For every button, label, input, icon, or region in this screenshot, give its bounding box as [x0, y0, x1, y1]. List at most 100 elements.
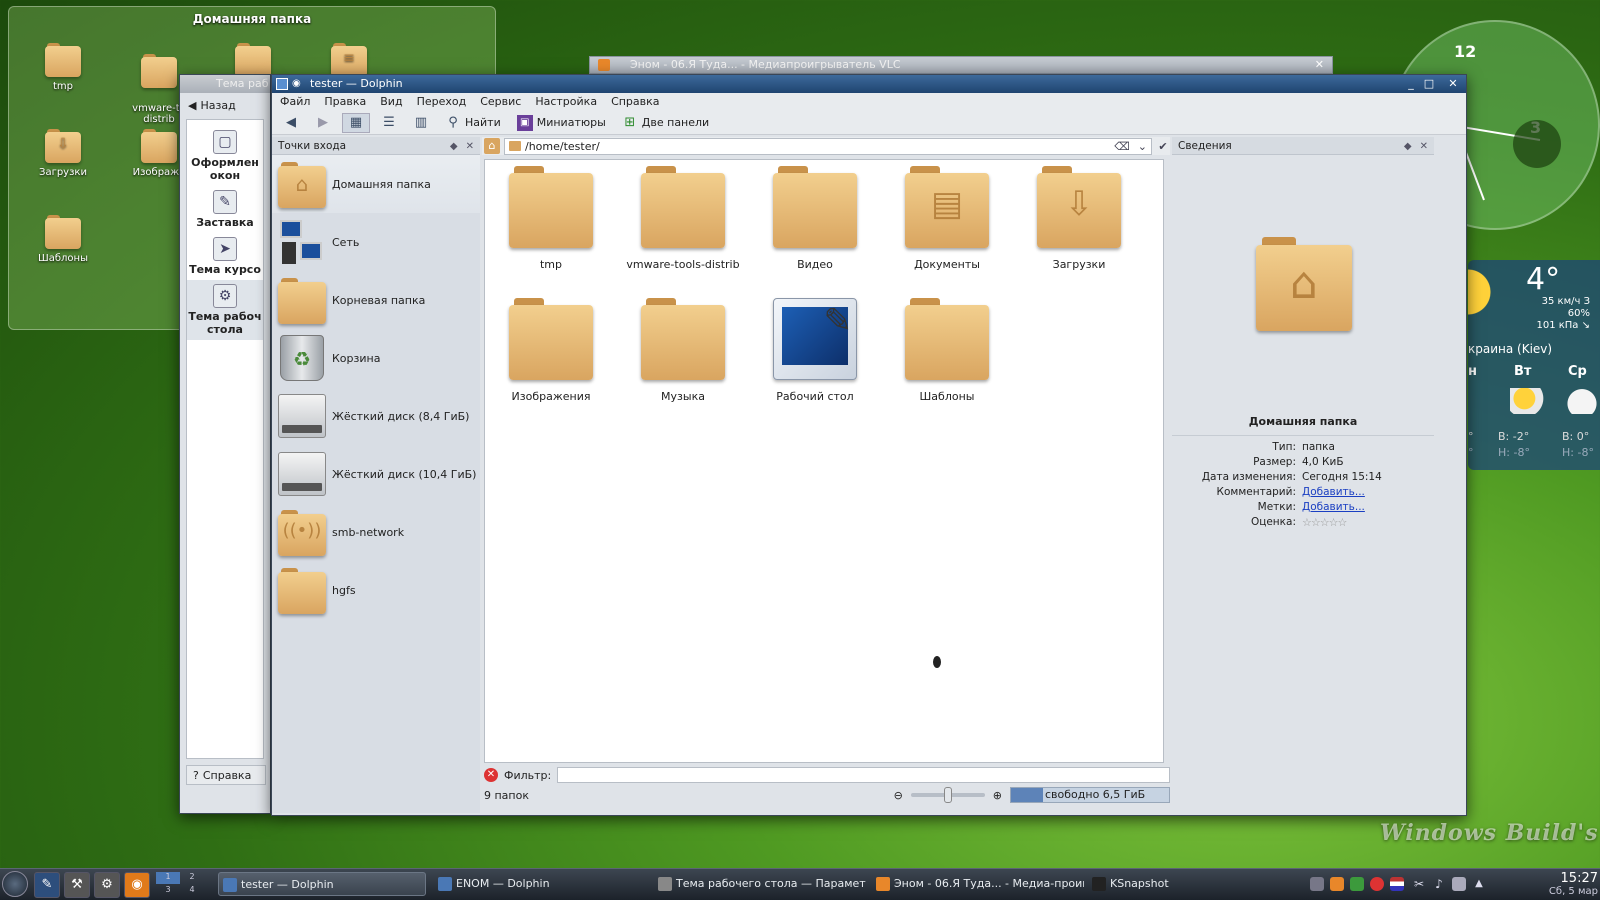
settings-back-button[interactable]: ◀ Назад [180, 93, 270, 117]
place-trash[interactable]: ♻ Корзина [272, 329, 480, 387]
tray-updates-icon[interactable] [1350, 877, 1364, 891]
task-vlc[interactable]: Эном - 06.Я Туда... - Медиа-проиг [872, 872, 1084, 896]
close-panel-icon[interactable]: ✕ [466, 141, 474, 152]
file-item-videos[interactable]: Видео [749, 166, 881, 271]
desktop-item-tmp[interactable]: tmp [23, 43, 103, 92]
dolphin-window[interactable]: ◉ tester — Dolphin _ □ ✕ Файл Правка Вид… [271, 74, 1467, 816]
maximize-icon[interactable]: □ [1422, 77, 1436, 91]
split-view-button[interactable]: ⊞ Две панели [617, 113, 714, 133]
forward-button[interactable]: ▶ [310, 113, 336, 133]
browser-launcher-icon[interactable]: ◉ [124, 872, 150, 898]
file-item-pictures[interactable]: Изображения [485, 298, 617, 403]
icons-view-button[interactable]: ▦ [342, 112, 370, 133]
network-manager-icon[interactable] [1452, 877, 1466, 891]
desktop-pager[interactable]: 1 2 3 4 [156, 872, 208, 898]
path-history-chevron-down-icon[interactable]: ⌄ [1138, 140, 1151, 153]
dolphin-titlebar[interactable]: ◉ tester — Dolphin _ □ ✕ [272, 75, 1466, 93]
zoom-slider[interactable] [910, 787, 985, 803]
information-panel: Сведения ◆ ✕ ⌂ Домашняя папка Тип: папка Р… [1172, 137, 1434, 813]
float-panel-icon[interactable]: ◆ [1404, 141, 1412, 152]
settings-window[interactable]: Тема раб ◀ Назад ▢ Оформлен окон ✎ Заставк… [179, 74, 271, 814]
tray-alert-icon[interactable] [1370, 877, 1384, 891]
file-item-documents[interactable]: ▤ Документы [881, 166, 1013, 271]
zoom-out-icon[interactable]: ⊖ [894, 789, 903, 802]
keyboard-layout-flag-icon[interactable] [1390, 877, 1404, 891]
place-hdd-1[interactable]: Жёсткий диск (8,4 ГиБ) [272, 387, 480, 445]
pager-desktop-4[interactable]: 4 [180, 885, 204, 897]
volume-icon[interactable]: ♪ [1432, 877, 1446, 891]
file-item-desktop[interactable]: Рабочий стол [749, 298, 881, 403]
settings-help-button[interactable]: ? Справка [186, 765, 266, 785]
place-home[interactable]: ⌂ Домашняя папка [272, 155, 480, 213]
desktop-item-downloads[interactable]: ⇩ Загрузки [23, 129, 103, 178]
close-icon[interactable]: ✕ [1446, 77, 1460, 91]
zoom-slider-handle[interactable] [944, 787, 953, 803]
task-ksnapshot[interactable]: KSnapshot [1088, 872, 1208, 896]
task-system-settings[interactable]: Тема рабочего стола — Параметр [654, 872, 866, 896]
vlc-close-icon[interactable]: ✕ [1315, 57, 1324, 73]
add-comment-link[interactable]: Добавить... [1302, 485, 1365, 500]
filter-input[interactable] [557, 767, 1170, 783]
settings-item-desktop-theme[interactable]: ⚙ Тема рабоч стола [187, 280, 263, 340]
back-button[interactable]: ◀ [278, 113, 304, 133]
menu-settings[interactable]: Настройка [535, 93, 597, 111]
close-panel-icon[interactable]: ✕ [1420, 141, 1428, 152]
menu-view[interactable]: Вид [380, 93, 402, 111]
desktop-item-templates[interactable]: Шаблоны [23, 215, 103, 264]
minimize-icon[interactable]: _ [1404, 77, 1418, 91]
file-item-music[interactable]: Музыка [617, 298, 749, 403]
place-network[interactable]: Сеть [272, 213, 480, 271]
vlc-window-titlebar[interactable]: Эном - 06.Я Туда... - Медиапроигрыватель… [589, 56, 1333, 74]
file-item-tmp[interactable]: tmp [485, 166, 617, 271]
menu-go[interactable]: Переход [417, 93, 467, 111]
columns-view-button[interactable]: ▥ [408, 113, 434, 133]
menu-file[interactable]: Файл [280, 93, 310, 111]
file-item-vmware-tools-distrib[interactable]: vmware-tools-distrib [617, 166, 749, 271]
folder-icon [141, 54, 177, 88]
task-dolphin-tester[interactable]: tester — Dolphin [218, 872, 426, 896]
pager-desktop-1[interactable]: 1 [156, 872, 180, 884]
file-item-templates[interactable]: Шаблоны [881, 298, 1013, 403]
menu-help[interactable]: Справка [611, 93, 659, 111]
close-filter-icon[interactable]: ✕ [484, 768, 498, 782]
tools-launcher-icon[interactable]: ⚒ [64, 872, 90, 898]
start-menu-icon[interactable] [2, 871, 28, 897]
confirm-path-icon[interactable]: ✔ [1156, 140, 1170, 153]
menu-edit[interactable]: Правка [324, 93, 366, 111]
rating-stars-icon[interactable]: ☆☆☆☆☆ [1302, 515, 1347, 530]
menu-tools[interactable]: Сервис [480, 93, 521, 111]
tray-expand-icon[interactable]: ▲ [1472, 877, 1486, 891]
details-view-button[interactable]: ☰ [376, 113, 402, 133]
task-dolphin-enom[interactable]: ENOM — Dolphin [434, 872, 646, 896]
home-button-icon[interactable]: ⌂ [484, 138, 500, 154]
pager-desktop-2[interactable]: 2 [180, 872, 204, 884]
pager-desktop-3[interactable]: 3 [156, 885, 180, 897]
scissors-icon[interactable]: ✂ [1412, 877, 1426, 891]
folder-icon [235, 43, 271, 77]
find-button[interactable]: ⚲ Найти [440, 113, 506, 133]
place-root[interactable]: Корневая папка [272, 271, 480, 329]
file-view[interactable]: tmp vmware-tools-distrib Видео ▤ Докумен… [484, 159, 1164, 763]
float-panel-icon[interactable]: ◆ [450, 141, 458, 152]
tray-vlc-icon[interactable] [1330, 877, 1344, 891]
place-hgfs[interactable]: hgfs [272, 561, 480, 619]
path-input[interactable]: /home/tester/ ⌫ ⌄ [504, 137, 1152, 155]
settings-item-decorations[interactable]: ▢ Оформлен окон [187, 126, 263, 186]
place-hdd-2[interactable]: Жёсткий диск (10,4 ГиБ) [272, 445, 480, 503]
pin-icon[interactable]: ◉ [292, 75, 301, 93]
settings-titlebar[interactable]: Тема раб [180, 75, 270, 93]
clear-path-icon[interactable]: ⌫ [1114, 140, 1134, 153]
clock-area[interactable]: 15:27 Сб, 5 мар [1508, 871, 1598, 897]
desktop-launcher-icon[interactable]: ✎ [34, 872, 60, 898]
zoom-in-icon[interactable]: ⊕ [993, 789, 1002, 802]
place-smb-network[interactable]: ((•)) smb-network [272, 503, 480, 561]
notifications-icon[interactable] [1310, 877, 1324, 891]
file-item-downloads[interactable]: ⇩ Загрузки [1013, 166, 1145, 271]
settings-item-cursor[interactable]: ➤ Тема курсо [187, 233, 263, 280]
add-tags-link[interactable]: Добавить... [1302, 500, 1365, 515]
path-text: /home/tester/ [525, 139, 600, 153]
settings-launcher-icon[interactable]: ⚙ [94, 872, 120, 898]
thumbnails-button[interactable]: ▣ Миниатюры [512, 113, 611, 133]
settings-item-splash[interactable]: ✎ Заставка [187, 186, 263, 233]
task-label: ENOM — Dolphin [456, 877, 550, 890]
